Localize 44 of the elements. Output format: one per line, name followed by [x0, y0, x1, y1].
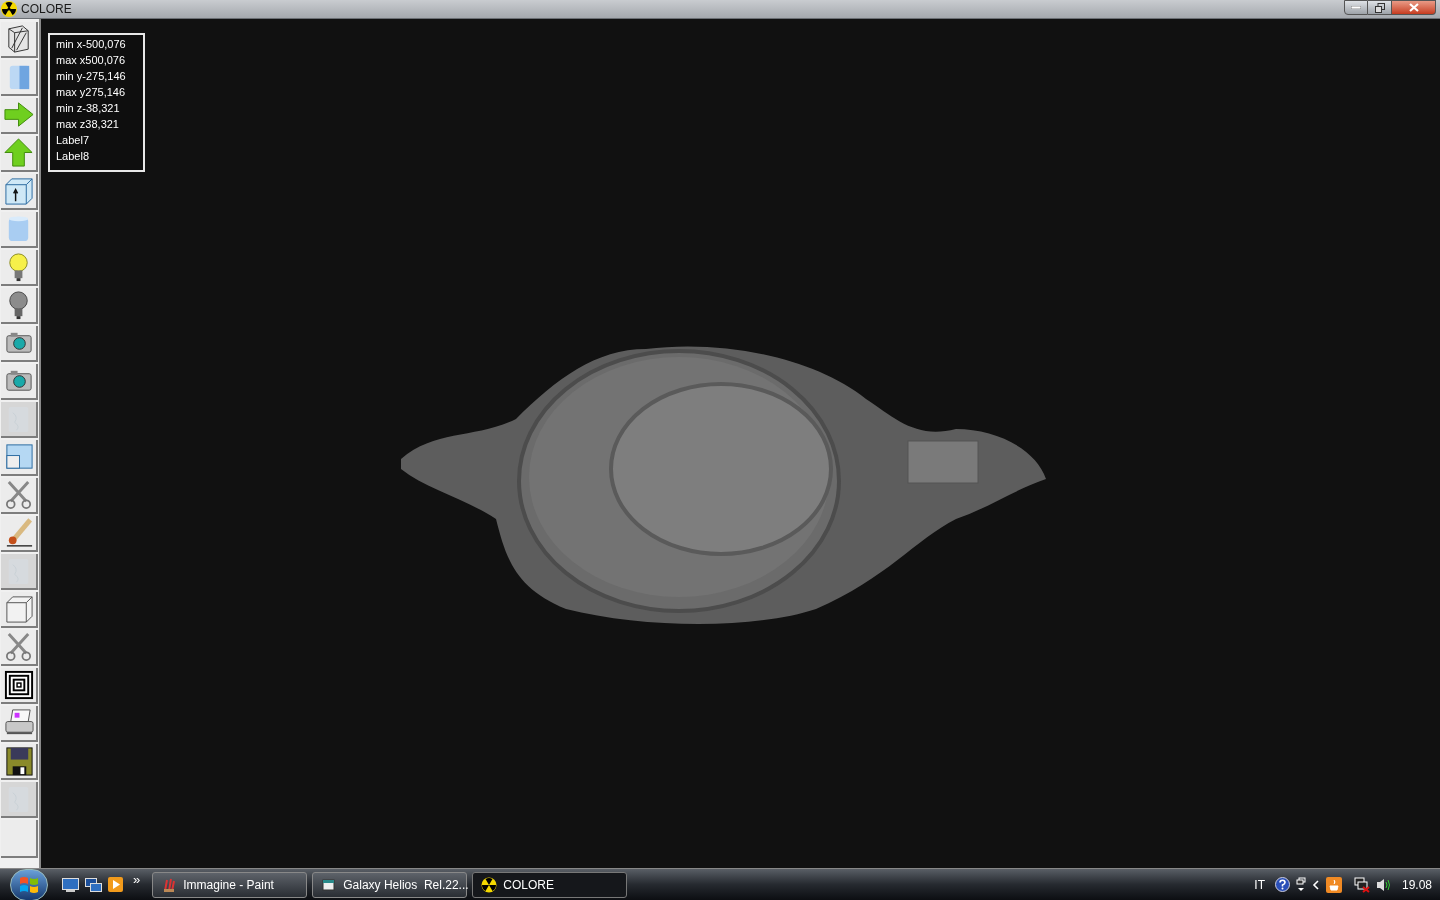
start-button[interactable]	[10, 868, 48, 900]
toolbar-button[interactable]	[1, 744, 38, 780]
taskbar-task[interactable]: Galaxy Helios Rel.22...	[312, 871, 468, 898]
language-indicator[interactable]: IT	[1254, 875, 1265, 894]
info-label: Label8	[56, 149, 91, 164]
volume-icon[interactable]	[1375, 877, 1392, 892]
cup-icon[interactable]	[1325, 876, 1342, 893]
info-label: Label7	[56, 133, 91, 148]
empty-toolbar-button[interactable]	[1, 820, 38, 858]
close-button[interactable]	[1392, 0, 1436, 15]
close-icon	[1408, 3, 1419, 12]
window-title: COLORE	[21, 1, 72, 18]
tray-restore-icon[interactable]	[1295, 876, 1306, 893]
minimize-button[interactable]	[1344, 0, 1368, 15]
info-label: max z38,321	[56, 117, 120, 132]
restore-icon	[1374, 2, 1385, 13]
toolbar-button[interactable]	[1, 22, 38, 58]
chevron-left-icon[interactable]	[1311, 879, 1320, 890]
overflow-chevron[interactable]: »	[133, 870, 141, 890]
info-label: min x-500,076	[56, 37, 127, 52]
taskbar-task[interactable]: Immagine - Paint	[152, 871, 308, 898]
radiation-icon	[481, 876, 498, 893]
desktop-icon[interactable]	[62, 877, 79, 892]
concentric-squares-icon	[2, 669, 35, 701]
info-label: min y-275,146	[56, 69, 127, 84]
windows-switch-icon[interactable]	[85, 877, 102, 892]
help-icon[interactable]	[1274, 877, 1290, 892]
info-label: max y275,146	[56, 85, 127, 100]
cube-arrow-icon	[2, 175, 35, 207]
clock[interactable]: 19.08	[1401, 875, 1432, 894]
toolbar-button[interactable]	[1, 706, 38, 742]
paint-brushes-icon	[161, 876, 178, 893]
restore-button[interactable]	[1368, 0, 1392, 15]
arrow-up-icon	[2, 137, 35, 169]
info-label: max x500,076	[56, 53, 127, 68]
minimize-icon	[1351, 6, 1361, 9]
taskbar-task[interactable]: COLORE	[472, 871, 628, 898]
toolbar-button[interactable]	[1, 668, 38, 704]
network-disconnected-icon[interactable]	[1353, 876, 1370, 893]
windows-logo-icon	[19, 874, 39, 895]
window-icon	[321, 876, 338, 893]
media-player-icon[interactable]	[108, 877, 123, 892]
info-label: min z-38,321	[56, 101, 121, 116]
radiation-icon	[1, 1, 17, 17]
